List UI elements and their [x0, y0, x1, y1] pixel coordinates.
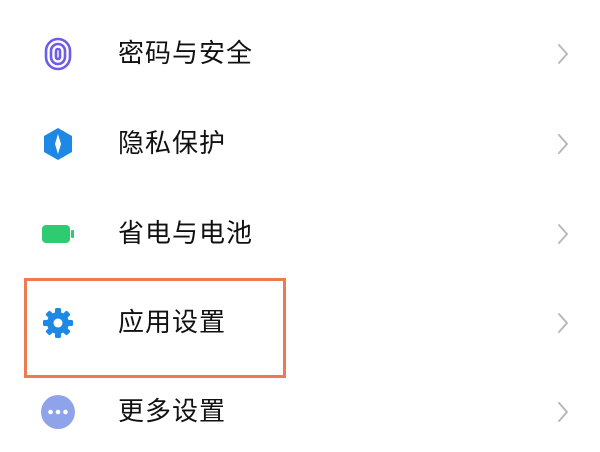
- settings-item-label: 密码与安全: [118, 39, 254, 69]
- battery-icon: [40, 216, 76, 252]
- chevron-right-icon: [554, 311, 572, 335]
- settings-item-label: 省电与电池: [118, 219, 254, 249]
- more-dots-icon: [40, 394, 76, 430]
- settings-item-label: 隐私保护: [118, 129, 227, 159]
- fingerprint-icon: [40, 36, 76, 72]
- chevron-right-icon: [554, 222, 572, 246]
- settings-item-more-settings[interactable]: 更多设置: [0, 372, 600, 452]
- settings-item-app-settings[interactable]: 应用设置: [0, 283, 600, 363]
- settings-item-password-security[interactable]: 密码与安全: [0, 14, 600, 94]
- settings-item-privacy[interactable]: 隐私保护: [0, 104, 600, 184]
- chevron-right-icon: [554, 42, 572, 66]
- gear-icon: [40, 305, 76, 341]
- privacy-shield-icon: [40, 126, 76, 162]
- settings-item-label: 应用设置: [118, 308, 227, 338]
- settings-item-label: 更多设置: [118, 397, 227, 427]
- settings-item-battery[interactable]: 省电与电池: [0, 194, 600, 274]
- chevron-right-icon: [554, 400, 572, 424]
- chevron-right-icon: [554, 132, 572, 156]
- settings-list: 密码与安全 隐私保护 省电与电池 应用设置 更多设置: [0, 0, 600, 450]
